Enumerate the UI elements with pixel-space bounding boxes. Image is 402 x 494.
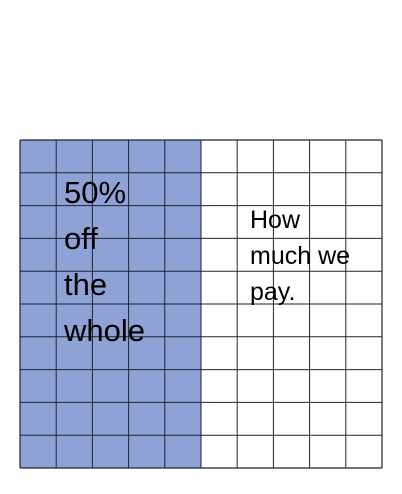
shaded-cell — [164, 271, 201, 304]
shaded-cell — [20, 140, 57, 173]
shaded-cell — [164, 205, 201, 239]
shaded-cell — [164, 336, 201, 370]
shaded-cell — [128, 140, 165, 173]
discount-label-line: whole — [64, 313, 145, 348]
shaded-cell — [20, 336, 57, 370]
payment-label: How much we pay. — [250, 202, 350, 310]
shaded-cell — [92, 402, 129, 436]
discount-label-line: off — [64, 221, 98, 256]
payment-label-line: How — [250, 206, 301, 234]
shaded-cell — [92, 435, 129, 468]
shaded-cell — [20, 271, 57, 304]
payment-label-line: pay. — [250, 278, 296, 306]
shaded-cell — [20, 369, 57, 403]
shaded-cell — [20, 435, 57, 468]
shaded-cell — [164, 172, 201, 206]
shaded-cell — [56, 435, 93, 468]
shaded-cell — [128, 369, 165, 403]
shaded-cell — [92, 140, 129, 173]
shaded-cell — [164, 402, 201, 436]
shaded-cell — [56, 369, 93, 403]
payment-label-line: much we — [250, 242, 351, 270]
discount-label: 50% off the whole — [64, 170, 145, 354]
shaded-cell — [164, 435, 201, 468]
shaded-cell — [20, 172, 57, 206]
shaded-cell — [20, 238, 57, 272]
shaded-cell — [164, 238, 201, 272]
shaded-cell — [164, 140, 201, 173]
shaded-cell — [128, 435, 165, 468]
shaded-cell — [128, 402, 165, 436]
shaded-cell — [56, 140, 93, 173]
discount-label-line: 50% — [64, 175, 127, 210]
shaded-cell — [92, 369, 129, 403]
shaded-cell — [164, 304, 201, 337]
shaded-cell — [20, 402, 57, 436]
shaded-cell — [20, 205, 57, 239]
shaded-cell — [56, 402, 93, 436]
shaded-cell — [20, 304, 57, 337]
discount-label-line: the — [64, 267, 108, 302]
shaded-cell — [164, 369, 201, 403]
